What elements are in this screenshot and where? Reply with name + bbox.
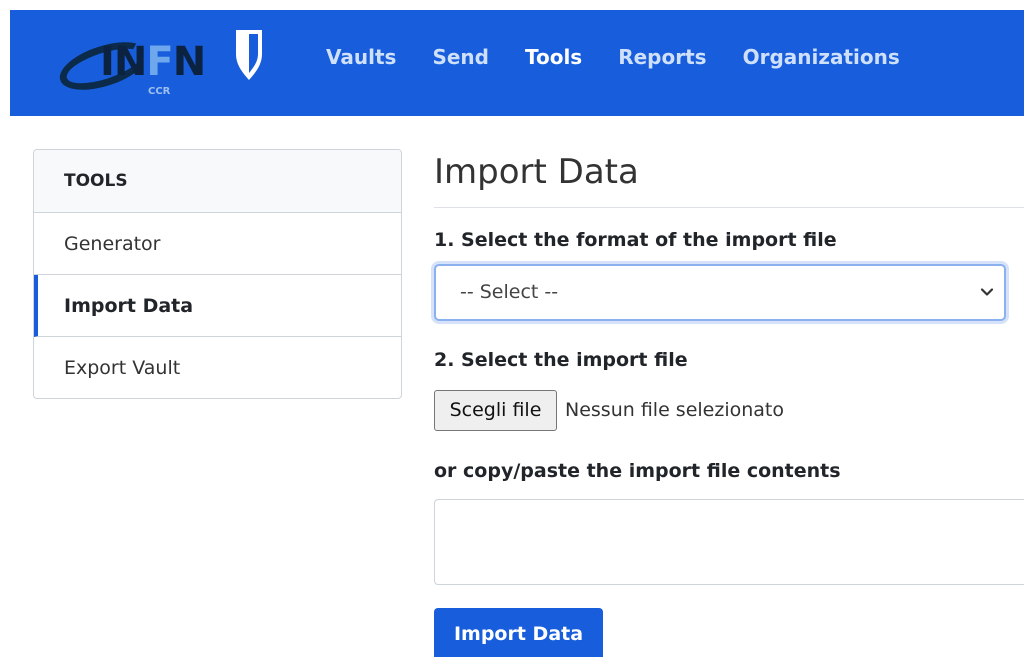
choose-file-button[interactable]: Scegli file <box>434 390 557 431</box>
format-label: 1. Select the format of the import file <box>434 229 837 251</box>
sidebar-header: TOOLS <box>34 150 401 213</box>
import-contents-textarea[interactable] <box>434 499 1024 585</box>
infn-logo[interactable]: INFN CCR <box>48 24 218 102</box>
title-divider <box>434 207 1024 208</box>
file-status: Nessun file selezionato <box>565 399 784 421</box>
shield-icon[interactable] <box>234 28 264 82</box>
format-select-value: -- Select -- <box>460 281 559 303</box>
file-label: 2. Select the import file <box>434 349 688 371</box>
import-data-button[interactable]: Import Data <box>434 608 603 657</box>
chevron-down-icon <box>980 288 994 296</box>
paste-label: or copy/paste the import file contents <box>434 460 841 482</box>
logo-wordmark: INFN <box>100 39 206 85</box>
tools-sidebar: TOOLS Generator Import Data Export Vault <box>33 149 402 399</box>
sidebar-item-export-vault[interactable]: Export Vault <box>34 337 401 398</box>
main-content: Import Data 1. Select the format of the … <box>434 0 1024 657</box>
format-select[interactable]: -- Select -- <box>434 264 1006 321</box>
logo-subtitle: CCR <box>148 86 171 97</box>
sidebar-item-generator[interactable]: Generator <box>34 213 401 275</box>
page-title: Import Data <box>434 152 639 192</box>
sidebar-item-import-data[interactable]: Import Data <box>34 275 401 337</box>
nav-vaults[interactable]: Vaults <box>326 42 396 72</box>
